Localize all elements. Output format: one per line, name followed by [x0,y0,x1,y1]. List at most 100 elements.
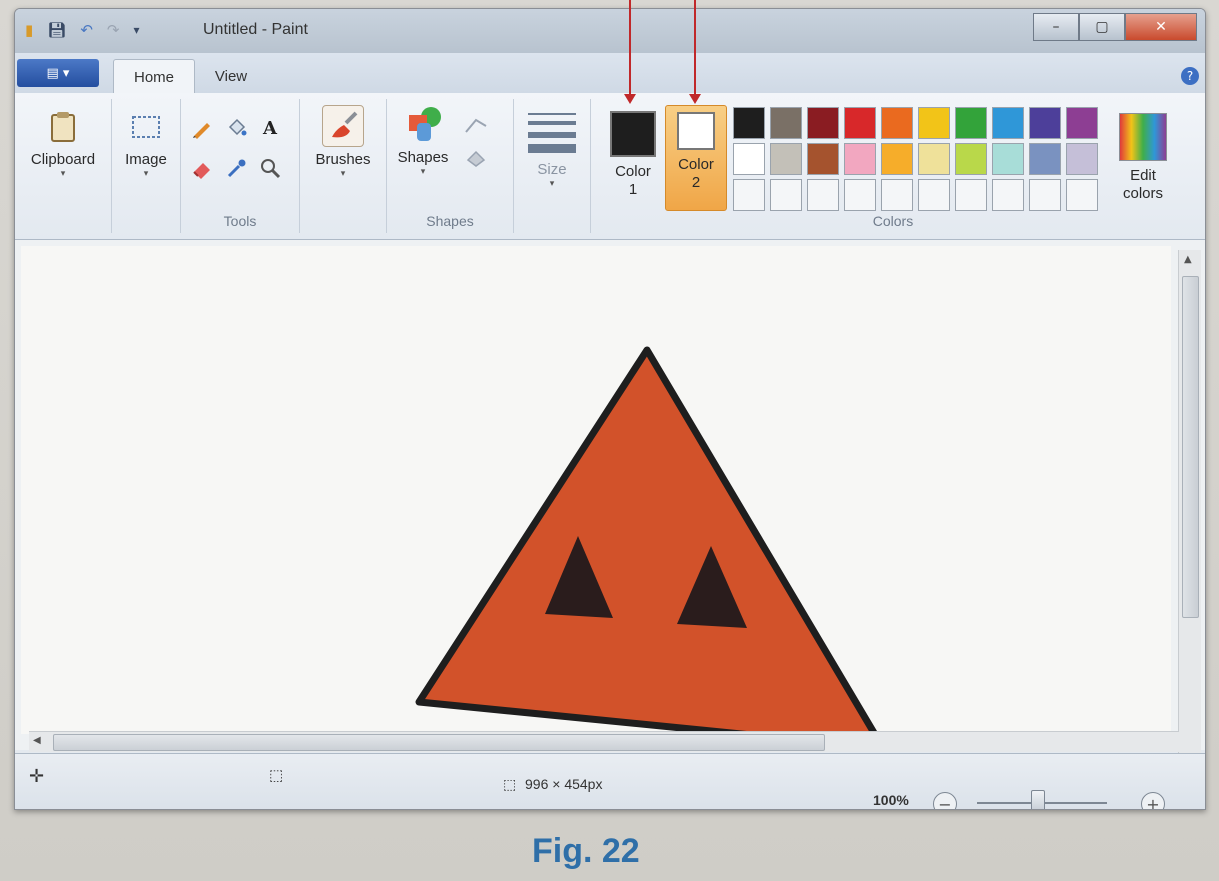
palette-swatch[interactable] [1066,143,1098,175]
palette-swatch[interactable] [733,107,765,139]
color2-label-line2: 2 [691,174,701,191]
zoom-level: 100% [873,792,909,808]
outline-icon[interactable] [463,113,489,139]
selection-size-icon: ⬚ [269,767,284,784]
vertical-scroll-thumb[interactable] [1182,276,1199,618]
palette-swatch[interactable] [992,107,1024,139]
annotation-arrow-color2 [689,94,701,104]
color-picker-icon[interactable] [223,155,249,181]
palette-swatch[interactable] [1066,179,1098,211]
palette-swatch[interactable] [733,143,765,175]
canvas-size-icon: ⬚ [503,776,517,792]
chevron-down-icon: ▾ [143,168,149,178]
brushes-button[interactable]: Brushes ▾ [306,105,380,179]
palette-swatch[interactable] [770,179,802,211]
vertical-scrollbar[interactable]: ▲ [1178,250,1201,795]
chevron-down-icon: ▾ [340,168,346,178]
tab-home[interactable]: Home [113,59,195,94]
maximize-button[interactable]: ▢ [1079,13,1125,41]
palette-swatch[interactable] [1029,179,1061,211]
color1-button[interactable]: Color 1 [605,111,661,199]
palette-swatch[interactable] [844,107,876,139]
zoom-out-button[interactable]: − [933,792,957,809]
color2-label-line1: Color [678,156,714,173]
drawing-canvas[interactable] [21,246,1171,752]
color2-swatch [677,112,715,150]
ribbon-tabs: ▤ ▾ Home View ? [15,53,1205,94]
palette-swatch[interactable] [955,179,987,211]
scroll-left-icon[interactable]: ◀ [33,735,41,746]
zoom-in-button[interactable]: + [1141,792,1165,809]
palette-swatch[interactable] [881,179,913,211]
scroll-up-icon[interactable]: ▲ [1184,254,1192,265]
color1-swatch [610,111,656,157]
horizontal-scroll-thumb[interactable] [53,734,825,751]
clipboard-label: Clipboard [30,151,96,168]
eraser-icon[interactable] [189,155,215,181]
horizontal-scrollbar[interactable]: ◀ [29,731,1179,752]
palette-swatch[interactable] [1029,143,1061,175]
tools-group: A Tools [181,99,300,233]
orange-triangle [415,346,887,752]
help-icon[interactable]: ? [1181,67,1199,85]
colors-group-label: Colors [872,213,914,229]
shapes-icon [403,105,443,145]
customize-qat-icon[interactable]: ▾ [133,23,139,37]
paint-window: ▮ 💾︎ ↶ ↷ ▾ Untitled - Paint – ▢ ✕ ▤ ▾ Ho… [14,8,1206,810]
palette-swatch[interactable] [955,107,987,139]
palette-swatch[interactable] [733,179,765,211]
fill-icon[interactable] [223,115,249,141]
size-button[interactable]: Size ▾ [522,113,582,189]
palette-swatch[interactable] [918,179,950,211]
edit-colors-line2: colors [1122,185,1163,202]
palette-swatch[interactable] [807,107,839,139]
shapes-group-label: Shapes [426,213,474,229]
paint-app-icon[interactable]: ▮ [25,21,33,39]
title-bar: ▮ 💾︎ ↶ ↷ ▾ Untitled - Paint – ▢ ✕ [15,9,1205,54]
palette-swatch[interactable] [881,143,913,175]
palette-swatch[interactable] [1029,107,1061,139]
clipboard-button[interactable]: Clipboard ▾ [23,107,103,179]
image-label: Image [125,151,167,168]
palette-swatch[interactable] [1066,107,1098,139]
annotation-arrow-color1 [624,94,636,104]
undo-icon[interactable]: ↶ [80,21,93,39]
image-button[interactable]: Image ▾ [118,107,174,179]
palette-swatch[interactable] [844,143,876,175]
annotation-line-color1 [629,0,631,96]
minimize-button[interactable]: – [1033,13,1079,41]
palette-swatch[interactable] [992,143,1024,175]
save-icon[interactable]: 💾︎ [47,21,66,39]
color1-label-line2: 1 [628,181,638,198]
edit-colors-button[interactable]: Edit colors [1109,113,1177,203]
palette-swatch[interactable] [992,179,1024,211]
size-lines-icon [528,113,576,153]
cursor-position-icon: ✛ [29,766,45,786]
ribbon: Clipboard ▾ Image ▾ A Tools Brushes ▾ Sh… [15,93,1205,240]
clipboard-icon [43,107,83,147]
palette-swatch[interactable] [807,179,839,211]
canvas-area: ▲ [15,240,1205,795]
palette-swatch[interactable] [770,143,802,175]
magnifier-icon[interactable] [257,155,283,181]
color2-button[interactable]: Color 2 [665,105,727,211]
annotation-line-color2 [694,0,696,96]
palette-swatch[interactable] [881,107,913,139]
tab-view[interactable]: View [203,59,259,93]
palette-swatch[interactable] [918,107,950,139]
close-button[interactable]: ✕ [1125,13,1197,41]
fill-shape-icon[interactable] [463,145,489,171]
palette-swatch[interactable] [807,143,839,175]
zoom-slider-thumb[interactable] [1031,790,1045,809]
paint-menu-button[interactable]: ▤ ▾ [17,59,99,87]
palette-swatch[interactable] [955,143,987,175]
palette-swatch[interactable] [918,143,950,175]
text-icon[interactable]: A [257,115,283,141]
chevron-down-icon: ▾ [549,178,555,188]
redo-icon[interactable]: ↷ [107,21,120,39]
palette-swatch[interactable] [770,107,802,139]
shapes-button[interactable]: Shapes ▾ [393,105,453,177]
figure-caption: Fig. 22 [532,832,640,870]
pencil-icon[interactable] [189,115,215,141]
palette-swatch[interactable] [844,179,876,211]
